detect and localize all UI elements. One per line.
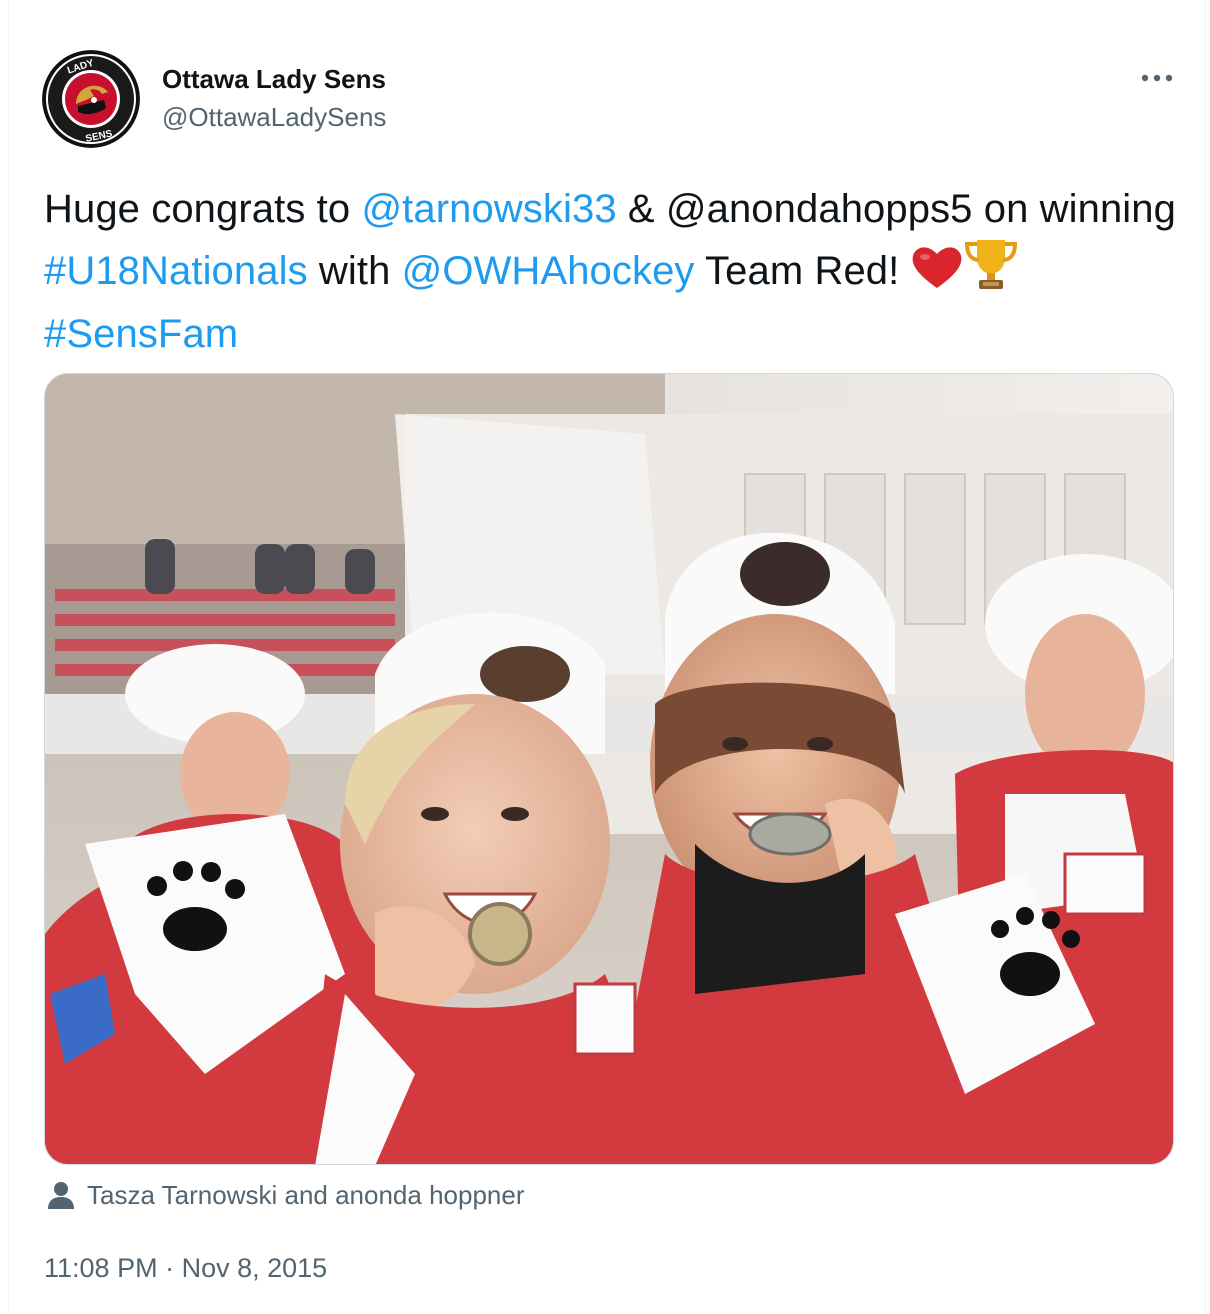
tweet-text-segment: with [307,249,402,293]
tweet-text-segment: Huge congrats to [44,187,362,231]
hockey-team-photo [45,374,1173,1164]
more-horizontal-icon [1141,74,1173,82]
tweet-text: Huge congrats to @tarnowski33 & @anondah… [44,181,1184,363]
lady-sens-logo-icon: LADY SENS [42,50,140,148]
tweet-text-segment: & @anondahopps5 on winning [616,187,1176,231]
red-heart-icon [911,244,963,306]
tagged-people-text: Tasza Tarnowski and anonda hoppner [87,1180,525,1210]
tweet-card: LADY SENS Ottawa Lady Sens @OttawaLadySe… [8,0,1206,1314]
author-avatar[interactable]: LADY SENS [42,50,140,148]
author-info: Ottawa Lady Sens @OttawaLadySens [162,62,386,134]
trophy-icon [963,238,1019,306]
person-icon [48,1182,74,1209]
hashtag-link[interactable]: #SensFam [44,312,238,356]
tweet-text-segment: Team Red! [694,249,911,293]
timestamp-separator: · [157,1253,182,1283]
tweet-time[interactable]: 11:08 PM [44,1253,158,1283]
tweet-photo[interactable] [44,373,1174,1165]
tagged-people[interactable]: Tasza Tarnowski and anonda hoppner [47,1178,525,1212]
mention-link[interactable]: @OWHAhockey [402,249,695,293]
tweet-date[interactable]: Nov 8, 2015 [182,1253,328,1283]
author-display-name[interactable]: Ottawa Lady Sens [162,62,386,96]
hashtag-link[interactable]: #U18Nationals [44,249,308,293]
author-handle[interactable]: @OttawaLadySens [162,100,386,134]
tweet-timestamp: 11:08 PM · Nov 8, 2015 [44,1250,327,1286]
more-options-button[interactable] [1137,58,1177,98]
mention-link[interactable]: @tarnowski33 [361,187,616,231]
